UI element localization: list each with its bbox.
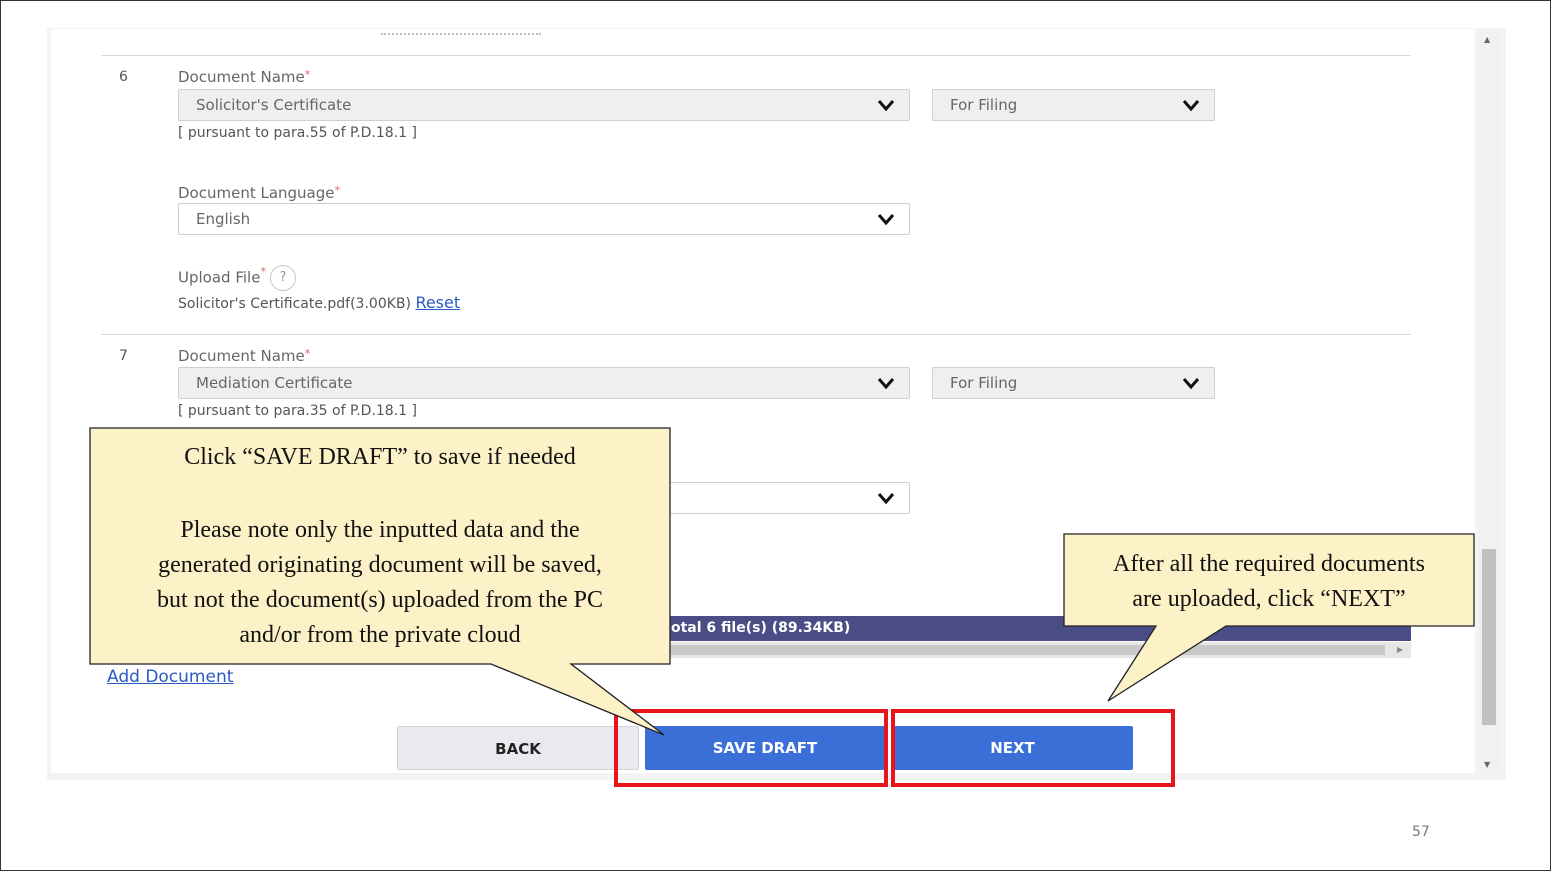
save-callout-line: Please note only the inputted data and t… (180, 517, 580, 543)
page-number: 57 (1412, 824, 1430, 840)
next-callout-text: After all the required documents are upl… (1064, 547, 1474, 617)
next-callout-line: After all the required documents (1113, 551, 1425, 577)
save-callout-line: generated originating document will be s… (158, 552, 602, 578)
save-callout-line: and/or from the private cloud (239, 622, 521, 648)
slide: 6 Document Name* Solicitor's Certificate… (0, 0, 1551, 871)
save-callout-title: Click “SAVE DRAFT” to save if needed (184, 444, 576, 470)
callout-shapes (89, 427, 1475, 736)
next-callout-line: are uploaded, click “NEXT” (1132, 586, 1406, 612)
save-callout-line: but not the document(s) uploaded from th… (157, 587, 603, 613)
save-callout-note: Please note only the inputted data and t… (90, 513, 670, 653)
